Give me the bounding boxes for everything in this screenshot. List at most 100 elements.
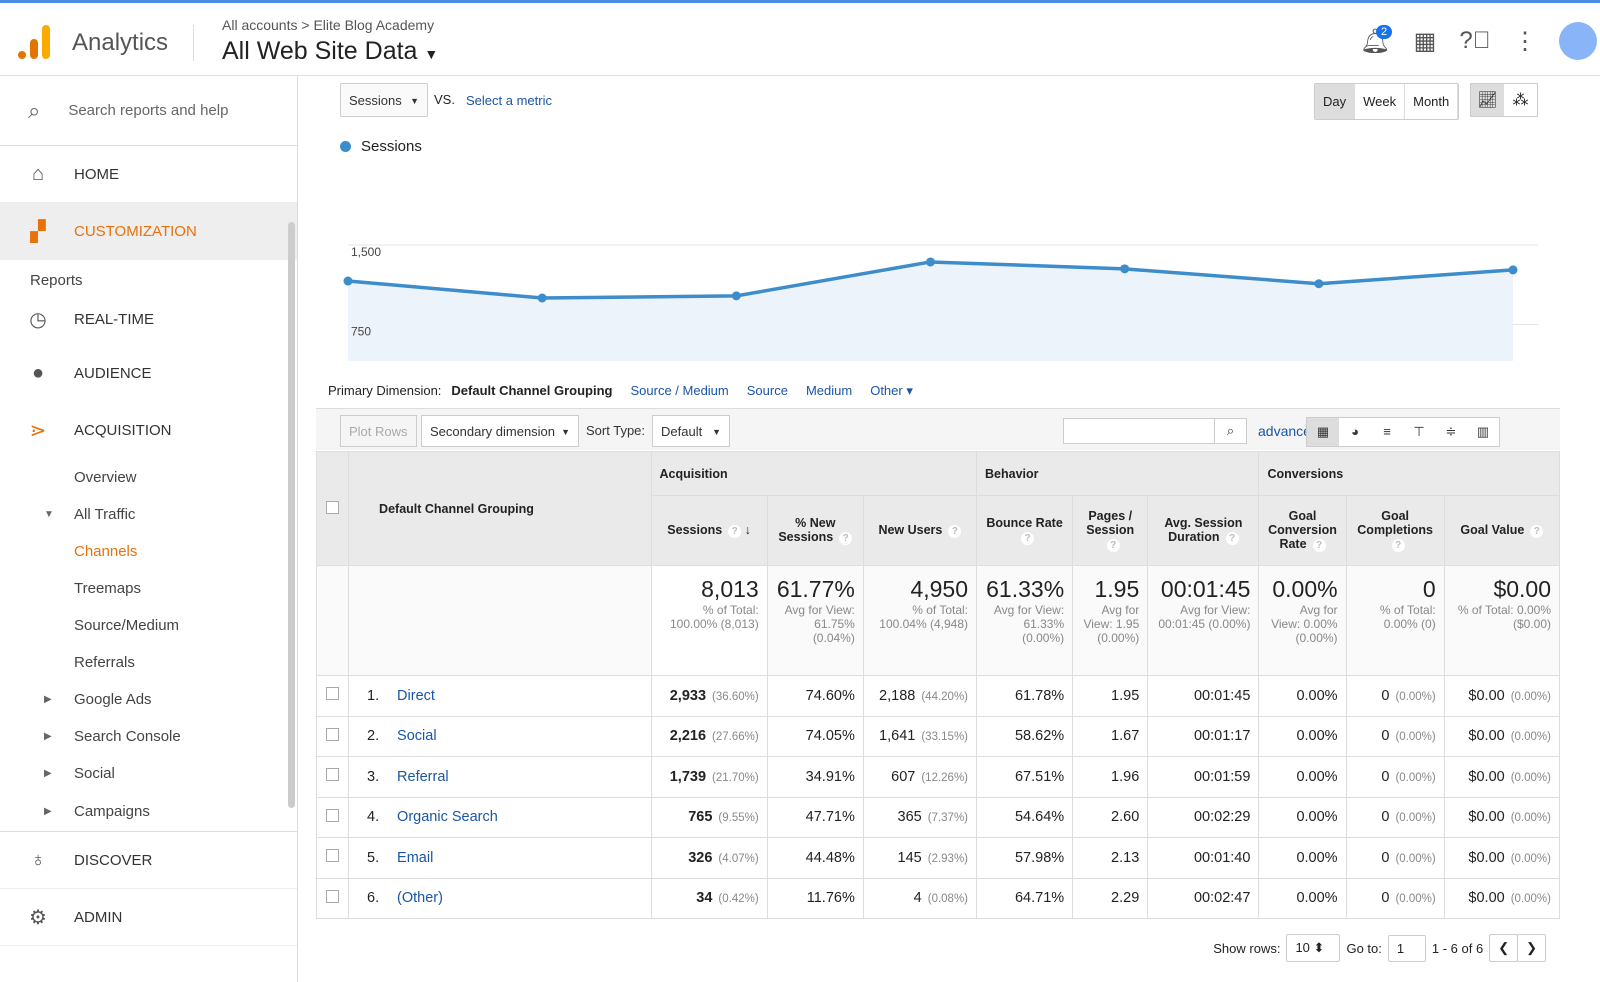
row-checkbox[interactable] bbox=[326, 768, 340, 782]
property-selector[interactable]: All Web Site Data ▼ bbox=[222, 37, 438, 66]
notifications-button[interactable]: 🔔︎ 2 bbox=[1350, 19, 1400, 63]
nav-discover[interactable]: ♁ DISCOVER bbox=[0, 832, 297, 889]
help-icon[interactable]: ? bbox=[1225, 532, 1239, 545]
data-point[interactable] bbox=[1120, 264, 1130, 274]
data-point[interactable] bbox=[1314, 279, 1324, 289]
data-point[interactable] bbox=[731, 291, 741, 301]
help-icon[interactable]: ? bbox=[839, 532, 853, 545]
nav-home[interactable]: ⌂ HOME bbox=[0, 146, 297, 203]
help-icon[interactable]: ? bbox=[1106, 539, 1120, 552]
row-checkbox[interactable] bbox=[326, 889, 340, 903]
column-header[interactable]: Bounce Rate? bbox=[976, 495, 1074, 566]
cell-value: 54.64% bbox=[1014, 809, 1065, 826]
search-reports[interactable]: ⌕ Search reports and help bbox=[0, 76, 297, 146]
line-chart-icon[interactable]: 📈︎ bbox=[1471, 84, 1504, 116]
more-button[interactable]: ⋮ bbox=[1500, 19, 1550, 63]
account-button[interactable] bbox=[1550, 19, 1600, 63]
nav-campaigns[interactable]: ▶ Campaigns bbox=[0, 792, 297, 832]
column-header[interactable]: Avg. Session Duration? bbox=[1147, 495, 1260, 566]
help-icon[interactable]: ? bbox=[1312, 539, 1326, 552]
dimension-medium[interactable]: Medium bbox=[806, 383, 852, 399]
row-checkbox[interactable] bbox=[326, 727, 340, 741]
help-button[interactable]: ?⃝ bbox=[1450, 19, 1500, 63]
channel-link[interactable]: Direct bbox=[397, 688, 435, 704]
nav-admin[interactable]: ⚙ ADMIN bbox=[0, 889, 297, 946]
channel-link[interactable]: Social bbox=[397, 728, 437, 744]
period-day[interactable]: Day bbox=[1315, 84, 1356, 119]
metric-select[interactable]: Sessions ▼ bbox=[340, 83, 428, 117]
sort-desc-icon[interactable]: ↓ bbox=[741, 523, 751, 537]
dimension-other[interactable]: Other ▾ bbox=[870, 383, 913, 399]
help-icon[interactable]: ? bbox=[948, 525, 962, 538]
breadcrumb[interactable]: All accounts > Elite Blog Academy bbox=[222, 17, 434, 33]
sidebar-scrollbar[interactable] bbox=[288, 222, 295, 808]
column-header[interactable]: % New Sessions? bbox=[766, 495, 864, 566]
select-metric-link[interactable]: Select a metric bbox=[466, 93, 552, 108]
column-header[interactable]: Sessions? ↓ bbox=[650, 495, 768, 566]
column-header[interactable]: Goal Completions? bbox=[1345, 495, 1445, 566]
secondary-dimension-select[interactable]: Secondary dimension ▼ bbox=[421, 415, 579, 447]
breadcrumb-account[interactable]: Elite Blog Academy bbox=[313, 17, 434, 33]
dimension-source-medium[interactable]: Source / Medium bbox=[630, 383, 728, 399]
analytics-logo[interactable] bbox=[18, 25, 50, 59]
search-icon[interactable]: ⌕ bbox=[1214, 419, 1246, 443]
data-point[interactable] bbox=[537, 293, 547, 303]
goto-input[interactable]: 1 bbox=[1387, 934, 1426, 962]
channel-link[interactable]: Email bbox=[397, 850, 433, 866]
table-search-input[interactable]: ⌕ bbox=[1063, 418, 1247, 444]
total-cell: 0.00% Avg for View: 0.00% (0.00%) bbox=[1258, 565, 1347, 676]
column-header[interactable]: Goal Value? bbox=[1443, 495, 1561, 566]
nav-referrals[interactable]: Referrals bbox=[0, 644, 297, 681]
nav-search-console[interactable]: ▶ Search Console bbox=[0, 718, 297, 755]
nav-audience[interactable]: ● AUDIENCE bbox=[0, 345, 297, 402]
period-month[interactable]: Month bbox=[1405, 84, 1459, 119]
term-cloud-icon[interactable]: ≑ bbox=[1435, 418, 1467, 446]
comparison-view-icon[interactable]: ⊤ bbox=[1403, 418, 1435, 446]
nav-treemaps[interactable]: Treemaps bbox=[0, 570, 297, 607]
nav-social[interactable]: ▶ Social bbox=[0, 755, 297, 792]
column-header[interactable]: New Users? bbox=[862, 495, 978, 566]
apps-button[interactable]: ▦ bbox=[1400, 19, 1450, 63]
channel-link[interactable]: (Other) bbox=[397, 890, 443, 906]
column-header[interactable]: Goal Conversion Rate? bbox=[1258, 495, 1347, 566]
row-checkbox[interactable] bbox=[326, 849, 340, 863]
next-page-button[interactable]: ❯ bbox=[1517, 934, 1546, 962]
nav-realtime[interactable]: ◷ REAL-TIME bbox=[0, 293, 297, 345]
select-all-checkbox[interactable] bbox=[326, 500, 340, 514]
help-icon[interactable]: ? bbox=[1530, 525, 1544, 538]
show-rows-select[interactable]: 10 ⬍ bbox=[1286, 934, 1341, 962]
nav-all-traffic[interactable]: ▼ All Traffic bbox=[0, 496, 297, 533]
row-checkbox[interactable] bbox=[326, 687, 340, 701]
breadcrumb-accounts[interactable]: All accounts bbox=[222, 17, 297, 33]
sort-type-select[interactable]: Default ▼ bbox=[652, 415, 730, 447]
performance-view-icon[interactable]: ≡ bbox=[1371, 418, 1403, 446]
channel-link[interactable]: Referral bbox=[397, 769, 449, 785]
help-icon[interactable]: ? bbox=[728, 525, 742, 538]
pie-view-icon[interactable]: ◕ bbox=[1339, 418, 1371, 446]
help-icon[interactable]: ? bbox=[1021, 532, 1035, 545]
nav-overview[interactable]: Overview bbox=[0, 459, 297, 496]
nav-acquisition[interactable]: ⋗ ACQUISITION bbox=[0, 402, 297, 459]
data-point[interactable] bbox=[926, 257, 935, 267]
nav-customization[interactable]: ▞ CUSTOMIZATION bbox=[0, 203, 297, 260]
nav-source-medium[interactable]: Source/Medium bbox=[0, 607, 297, 644]
channel-cell: 5. Email bbox=[348, 837, 652, 879]
period-week[interactable]: Week bbox=[1355, 84, 1406, 119]
nav-google-ads[interactable]: ▶ Google Ads bbox=[0, 681, 297, 718]
new-cell: 74.60% bbox=[766, 675, 864, 717]
dimension-default-channel-grouping[interactable]: Default Channel Grouping bbox=[451, 383, 612, 399]
nav-label: HOME bbox=[74, 165, 119, 183]
dimension-source[interactable]: Source bbox=[747, 383, 788, 399]
plot-rows-button[interactable]: Plot Rows bbox=[340, 415, 417, 447]
motion-chart-icon[interactable]: ⁂ bbox=[1504, 84, 1537, 116]
channel-link[interactable]: Organic Search bbox=[397, 809, 498, 825]
prev-page-button[interactable]: ❮ bbox=[1489, 934, 1519, 962]
row-checkbox[interactable] bbox=[326, 808, 340, 822]
data-point[interactable] bbox=[1508, 265, 1518, 275]
table-view-icon[interactable]: ▦ bbox=[1307, 418, 1339, 446]
pivot-view-icon[interactable]: ▥ bbox=[1467, 418, 1499, 446]
nav-channels[interactable]: Channels bbox=[0, 533, 297, 570]
column-header[interactable]: Pages / Session? bbox=[1072, 495, 1149, 566]
help-icon[interactable]: ? bbox=[1391, 539, 1405, 552]
data-point[interactable] bbox=[343, 276, 353, 286]
